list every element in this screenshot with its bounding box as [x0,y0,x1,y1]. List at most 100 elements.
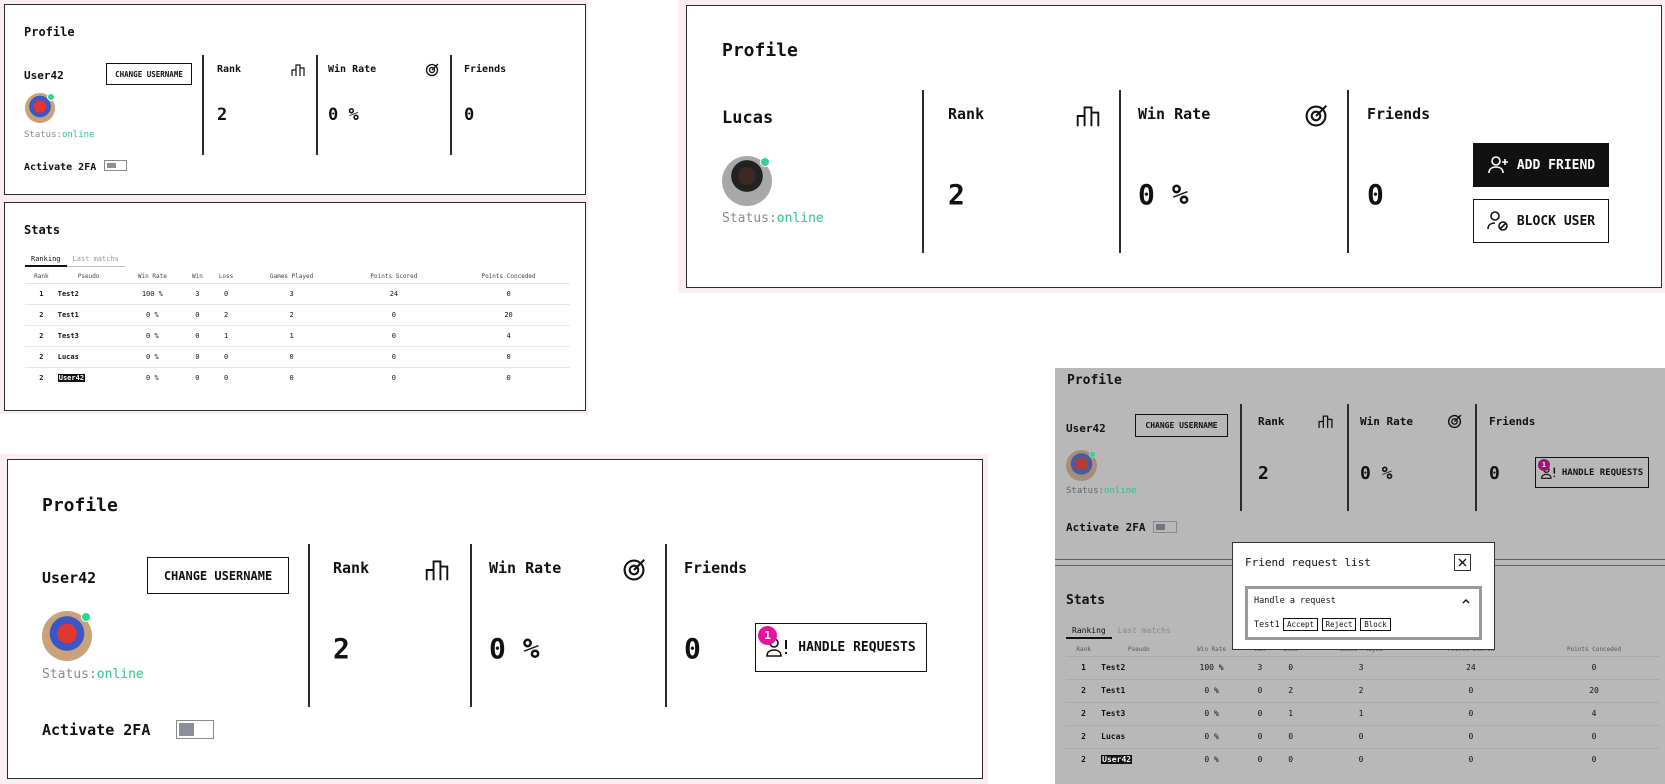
win-rate-label: Win Rate [1138,105,1211,123]
table-row: 1 Test2 100 % 3 0 3 24 0 [25,282,570,304]
cell: 0 % [1176,724,1247,748]
close-icon [1458,558,1467,567]
cell: 1 [1066,655,1102,679]
cell: 0 [1273,747,1309,771]
cell: 0 % [1176,701,1247,725]
cell: 0 [1246,701,1274,725]
online-indicator [81,612,91,622]
change-username-button[interactable]: CHANGE USERNAME [1135,414,1228,437]
block-user-button[interactable]: BLOCK USER [1473,199,1609,243]
2fa-toggle[interactable] [104,160,127,171]
status-text: Status:online [722,211,824,226]
add-friend-label: ADD FRIEND [1516,157,1596,173]
rank-label: Rank [1258,415,1285,428]
handle-requests-button[interactable]: HANDLE REQUESTS [1535,457,1649,488]
close-button[interactable] [1454,554,1471,571]
tab-ranking[interactable]: Ranking [25,255,67,267]
win-rate-label: Win Rate [489,559,562,577]
cell: 0 [1413,747,1529,771]
cell: 1 [209,324,243,346]
reject-button[interactable]: Reject [1322,618,1356,631]
cell: 0 % [119,345,186,367]
username: User42 [42,569,97,587]
friend-request-modal: Friend request list Handle a request Tes… [1232,542,1495,650]
table-row: 2 Test3 0 % 0 1 1 0 4 [25,324,570,346]
cell: 0 [1273,655,1309,679]
cell: 0 [447,345,570,367]
cell: 2 [1066,701,1102,725]
target-icon [1447,414,1462,429]
rank-value: 2 [948,178,965,211]
win-rate-value: 0 % [489,632,540,665]
change-username-button[interactable]: CHANGE USERNAME [106,63,192,85]
cell: Lucas [57,345,120,367]
username: User42 [24,69,64,82]
table-row: 2 Test1 0 % 0 2 2 0 20 [25,303,570,325]
ranking-table: Rank Pseudo Win Rate Win Loss Games Play… [25,271,570,388]
tab-last-matchs[interactable]: Last matchs [66,255,125,267]
change-username-button[interactable]: CHANGE USERNAME [147,557,289,594]
cell: 2 [1308,678,1414,702]
requests-badge: 1 [1538,459,1550,471]
tab-ranking[interactable]: Ranking [1066,626,1112,639]
table-row: 1 Test2 100 % 3 0 3 24 0 [1066,655,1660,679]
cell: Test2 [1101,655,1177,679]
cell: 0 [340,345,448,367]
table-row: 2 User42 0 % 0 0 0 0 0 [1066,747,1660,771]
status-value: online [61,130,95,140]
col-header: Points Conceded [1566,646,1622,654]
target-icon [425,63,439,77]
cell: 0 [1308,724,1414,748]
handle-requests-label: HANDLE REQUESTS [798,640,916,655]
cell: 3 [1246,655,1274,679]
rank-label: Rank [333,559,370,577]
requests-badge: 1 [758,626,777,645]
cell: 0 [1413,701,1529,725]
modal-overlay-screen: Profile User42 CHANGE USERNAME Status:on… [1055,368,1665,784]
cell: 20 [447,303,570,325]
add-friend-button[interactable]: ADD FRIEND [1473,143,1609,187]
tab-last-matchs[interactable]: Last matchs [1111,626,1177,639]
cell: 0 [340,303,448,325]
cell: Lucas [1101,724,1177,748]
stats-card-small: Stats Ranking Last matchs Rank Pseudo Wi… [4,202,586,411]
friends-value: 0 [464,105,475,125]
accordion-title[interactable]: Handle a request [1254,596,1336,606]
cell: 0 [185,345,210,367]
block-button[interactable]: Block [1360,618,1391,631]
cell: 4 [1528,701,1660,725]
page-title: Profile [722,40,798,61]
cell: 0 [1413,724,1529,748]
accept-button[interactable]: Accept [1283,618,1318,631]
cell: 0 % [1176,747,1247,771]
2fa-toggle[interactable] [1153,521,1177,533]
status-value: online [96,667,144,682]
cell: 0 [340,324,448,346]
cell: 0 [185,324,210,346]
col-header: Points Conceded [481,273,536,281]
cell: 0 [185,366,210,388]
activate-2fa-label: Activate 2FA [1066,521,1146,534]
handle-requests-button[interactable]: HANDLE REQUESTS [755,623,927,672]
cell: 0 [209,366,243,388]
cell: Test1 [57,303,120,325]
rank-label: Rank [217,64,242,75]
cell: 0 [447,366,570,388]
cell: 3 [242,282,341,304]
divider [922,90,924,253]
online-indicator [47,93,55,101]
cell: 0 [1246,747,1274,771]
friends-label: Friends [464,64,507,75]
chevron-up-icon[interactable] [1462,598,1470,604]
user-plus-icon [1488,156,1508,174]
status-text: Status:online [24,130,94,140]
2fa-toggle[interactable] [176,720,214,739]
divider [665,544,667,707]
col-header: Rank [34,273,49,281]
cell: 0 [185,303,210,325]
cell: 2 [1066,724,1102,748]
divider [1119,90,1121,253]
cell: 0 [1246,724,1274,748]
win-rate-value: 0 % [328,105,359,125]
col-header: Games Played [269,273,314,281]
